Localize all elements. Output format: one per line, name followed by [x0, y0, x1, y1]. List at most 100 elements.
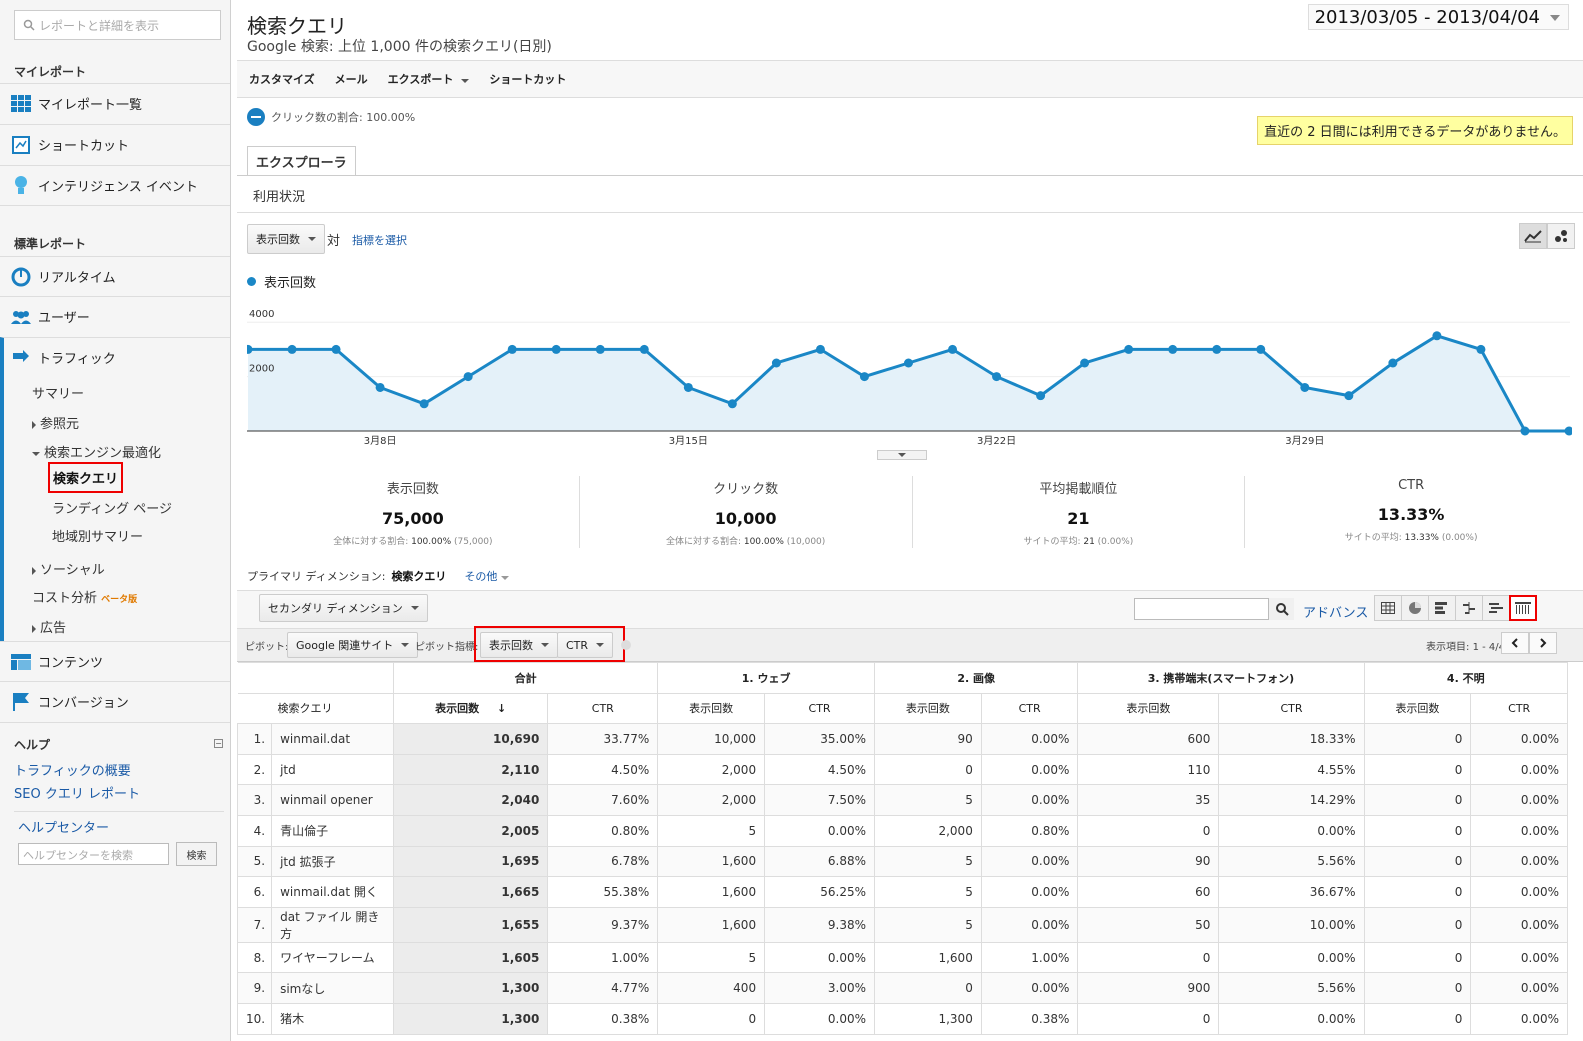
shortcut-button[interactable]: ショートカット [489, 71, 566, 87]
sidebar-item-label: ショートカット [38, 139, 130, 154]
ctr-cell: 0.00% [1470, 972, 1568, 1004]
sidebar-item-realtime[interactable]: リアルタイム [0, 256, 230, 296]
data-point [1168, 344, 1178, 354]
usage-subtab[interactable]: 利用状況 [253, 186, 305, 205]
sidebar-item-content[interactable]: コンテンツ [0, 641, 230, 681]
sidebar: レポートと詳細を表示 マイレポート マイレポート一覧 ショートカット インテリジ… [0, 0, 231, 1041]
query-cell[interactable]: ワイヤーフレーム [271, 941, 395, 974]
clicks-share: クリック数の割合: 100.00% [247, 108, 415, 126]
impressions-cell: 0 [1363, 784, 1472, 816]
tab-explorer[interactable]: エクスプローラ [247, 146, 356, 176]
query-cell[interactable]: 青山倫子 [271, 814, 395, 847]
date-range-picker[interactable]: 2013/03/05 - 2013/04/04 [1307, 4, 1569, 30]
scorecard-value: 75,000 [382, 509, 444, 528]
mail-button[interactable]: メール [335, 71, 368, 87]
column-header-ctr[interactable]: CTR [980, 692, 1079, 725]
sidebar-item-traffic[interactable]: トラフィック [0, 337, 230, 377]
ctr-cell: 0.80% [547, 814, 659, 847]
table-row: 1. winmail.dat 10,690 33.77% 10,000 35.00% 90… [236, 723, 1568, 755]
pie-view-button[interactable] [1401, 595, 1429, 621]
remove-metric-icon[interactable] [621, 640, 631, 650]
column-header-impressions[interactable]: 表示回数 [657, 692, 766, 725]
data-point [551, 344, 561, 354]
dimension-other[interactable]: その他 [464, 568, 510, 584]
scorecard-sub: サイトの平均: 21 (0.00%) [913, 534, 1245, 547]
term-cloud-view-button[interactable] [1482, 595, 1510, 621]
sidebar-item-intelligence[interactable]: インテリジェンス イベント [0, 165, 230, 205]
metric-select[interactable]: 表示回数 [247, 224, 325, 254]
motion-chart-button[interactable] [1547, 223, 1575, 249]
table-row: 10. 猪木 1,300 0.38% 0 0.00% 1,300 0.38% 0 0.00% 0 0… [236, 1002, 1568, 1035]
pivot-metric1-select[interactable]: 表示回数 [480, 632, 558, 658]
help-link-seo[interactable]: SEO クエリ レポート [14, 783, 140, 802]
column-header-impressions[interactable]: 表示回数 [1363, 692, 1472, 725]
help-link-traffic[interactable]: トラフィックの概要 [14, 760, 131, 779]
sidebar-item-my-reports[interactable]: マイレポート一覧 [0, 83, 230, 123]
query-cell[interactable]: jtd 拡張子 [271, 845, 395, 878]
performance-view-button[interactable] [1428, 595, 1456, 621]
scorecard[interactable]: CTR 13.33% サイトの平均: 13.33% (0.00%) [1244, 476, 1577, 548]
sidebar-item-users[interactable]: ユーザー [0, 296, 230, 336]
ctr-cell: 33.77% [547, 723, 659, 755]
help-search-input[interactable]: ヘルプセンターを検索 [18, 843, 169, 865]
sidebar-sub-cost[interactable]: コスト分析 ベータ版 [32, 587, 137, 606]
next-page-button[interactable] [1529, 632, 1557, 654]
export-button[interactable]: エクスポート [388, 71, 470, 87]
column-header-impressions[interactable]: 表示回数 ↓ [393, 692, 549, 725]
column-header-query[interactable]: 検索クエリ [237, 692, 395, 725]
dimension-current[interactable]: 検索クエリ [391, 568, 446, 584]
sidebar-item-conversion[interactable]: コンバージョン [0, 681, 230, 721]
column-header-ctr[interactable]: CTR [1218, 692, 1365, 725]
impressions-cell: 35 [1077, 784, 1220, 816]
scorecard[interactable]: 平均掲載順位 21 サイトの平均: 21 (0.00%) [911, 476, 1245, 548]
query-cell[interactable]: simなし [271, 972, 395, 1004]
chart-collapse-handle[interactable] [877, 450, 927, 460]
sidebar-sub-referral[interactable]: 参照元 [32, 413, 79, 432]
prev-page-button[interactable] [1501, 632, 1529, 654]
segment-icon[interactable] [247, 108, 265, 126]
scorecard-sub-prefix: 全体に対する割合: [665, 537, 744, 547]
secondary-dimension-select[interactable]: セカンダリ ディメンション [259, 594, 428, 622]
column-header-impressions[interactable]: 表示回数 [1077, 692, 1220, 725]
scorecard[interactable]: 表示回数 75,000 全体に対する割合: 100.00% (75,000) [247, 476, 579, 548]
report-search-input[interactable]: レポートと詳細を表示 [14, 10, 221, 40]
sidebar-item-shortcuts[interactable]: ショートカット [0, 124, 230, 164]
sidebar-item-label: ユーザー [38, 311, 90, 326]
column-header-ctr[interactable]: CTR [1470, 692, 1568, 725]
sidebar-sub-landing[interactable]: ランディング ページ [52, 498, 172, 517]
scorecard[interactable]: クリック数 10,000 全体に対する割合: 100.00% (10,000) [578, 476, 912, 548]
column-header-ctr[interactable]: CTR [547, 692, 659, 725]
data-view-button[interactable] [1374, 595, 1402, 621]
query-cell[interactable]: dat ファイル 開き方 [271, 906, 395, 943]
query-cell[interactable]: winmail.dat 開く [271, 876, 395, 908]
sidebar-sub-search-queries[interactable]: 検索クエリ [48, 462, 124, 493]
comparison-view-button[interactable] [1455, 595, 1483, 621]
column-header-ctr[interactable]: CTR [764, 692, 875, 725]
collapse-help-icon[interactable]: − [214, 739, 223, 748]
expand-arrow-icon [32, 420, 36, 429]
impressions-cell: 10,000 [657, 723, 766, 755]
pivot-select[interactable]: Google 関連サイト [287, 632, 419, 658]
customize-button[interactable]: カスタマイズ [249, 71, 315, 87]
sidebar-sub-ads[interactable]: 広告 [32, 617, 66, 636]
table-search-button[interactable] [1268, 598, 1294, 620]
line-chart-button[interactable] [1519, 223, 1547, 249]
query-cell[interactable]: jtd [271, 753, 395, 786]
query-cell[interactable]: winmail.dat [271, 723, 395, 755]
pick-metric-link[interactable]: 指標を選択 [352, 232, 407, 248]
pivot-view-button[interactable] [1509, 595, 1537, 621]
sidebar-sub-seo[interactable]: 検索エンジン最適化 [32, 442, 161, 461]
advanced-filter-link[interactable]: アドバンス [1303, 602, 1368, 621]
dimension-label: プライマリ ディメンション: [247, 570, 386, 583]
column-header-impressions[interactable]: 表示回数 [874, 692, 982, 725]
pivot-metric2-select[interactable]: CTR [557, 632, 614, 658]
sidebar-sub-geo[interactable]: 地域別サマリー [52, 526, 143, 545]
sidebar-sub-summary[interactable]: サマリー [32, 383, 84, 402]
sidebar-sub-social[interactable]: ソーシャル [32, 559, 105, 578]
help-center-link[interactable]: ヘルプセンター [18, 817, 109, 836]
query-cell[interactable]: winmail opener [271, 784, 395, 816]
help-search-button[interactable]: 検索 [176, 842, 217, 866]
table-group-total: 合計 [393, 662, 659, 694]
query-cell[interactable]: 猪木 [271, 1002, 395, 1035]
term-cloud-icon [1489, 603, 1503, 613]
